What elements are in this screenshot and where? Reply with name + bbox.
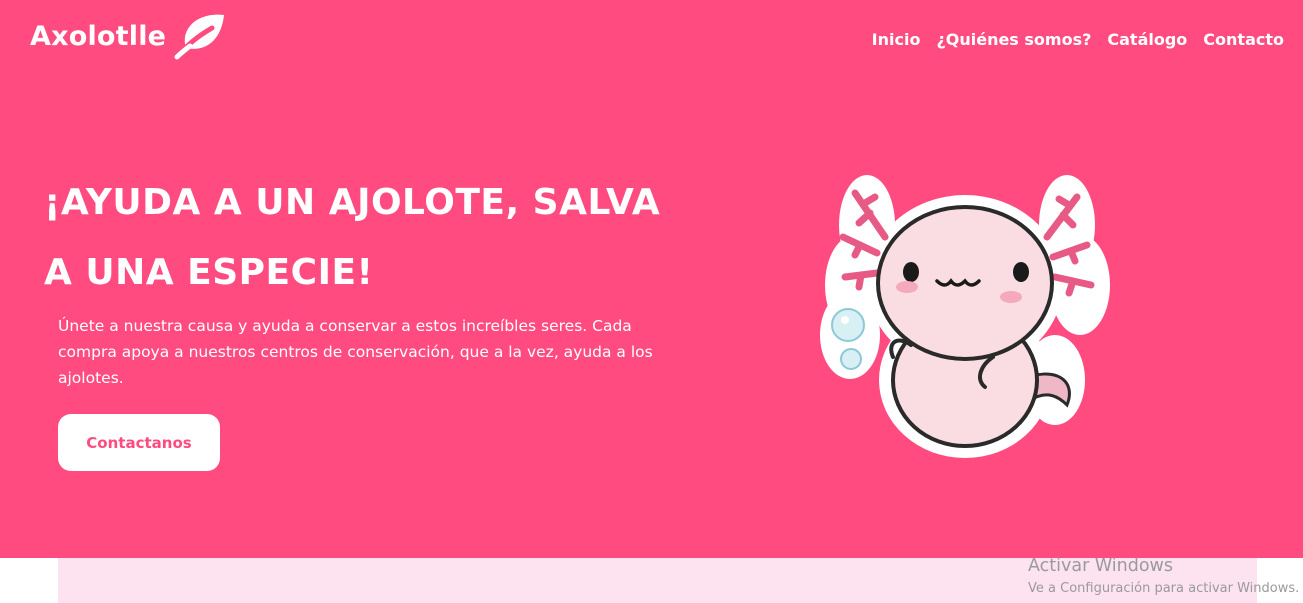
- hero-headline: ¡AYUDA A UN AJOLOTE, SALVA A UNA ESPECIE…: [44, 168, 684, 308]
- headline-line-1: ¡AYUDA A UN AJOLOTE, SALVA: [44, 182, 661, 223]
- windows-activation-watermark: Activar Windows Ve a Configuración para …: [1028, 555, 1299, 599]
- nav-link-quienes-somos[interactable]: ¿Quiénes somos?: [936, 30, 1091, 49]
- contact-button[interactable]: Contactanos: [58, 414, 220, 471]
- leaf-icon: [174, 14, 225, 60]
- main-nav: Inicio ¿Quiénes somos? Catálogo Contacto: [872, 30, 1284, 49]
- axolotl-illustration: [820, 175, 1110, 458]
- nav-link-catalogo[interactable]: Catálogo: [1107, 30, 1187, 49]
- watermark-title: Activar Windows: [1028, 556, 1173, 576]
- hero-section: Axolotlle Inicio ¿Quiénes somos? Catálog…: [0, 0, 1303, 558]
- nav-link-contacto[interactable]: Contacto: [1203, 30, 1284, 49]
- brand-name: Axolotlle: [30, 20, 167, 52]
- nav-link-inicio[interactable]: Inicio: [872, 30, 921, 49]
- hero-description: Únete a nuestra causa y ayuda a conserva…: [58, 317, 653, 387]
- headline-line-2: A UNA ESPECIE!: [44, 252, 374, 293]
- watermark-subtitle: Ve a Configuración para activar Windows.: [1028, 581, 1300, 596]
- brand-logo[interactable]: Axolotlle: [30, 12, 226, 60]
